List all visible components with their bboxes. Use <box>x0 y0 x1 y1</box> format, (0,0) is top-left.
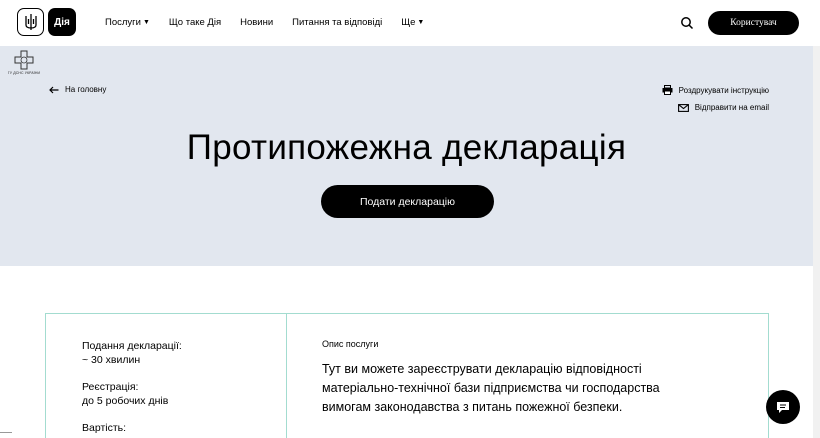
search-icon[interactable] <box>680 16 694 30</box>
scrollbar[interactable] <box>813 46 820 438</box>
caret-down-icon: ▼ <box>417 19 425 26</box>
nav-item-faq[interactable]: Питання та відповіді <box>292 17 382 28</box>
registration-value: до 5 робочих днів <box>82 395 169 407</box>
dsns-cross-icon <box>14 50 34 70</box>
nav-item-label: Новини <box>240 17 274 28</box>
caret-down-icon: ▼ <box>142 19 150 26</box>
main-nav: Послуги ▼ Що таке Дія Новини Питання та … <box>105 17 443 28</box>
service-info-card: Подання декларації: ~ 30 хвилин Реєстрац… <box>45 313 769 438</box>
chat-bubble-icon <box>777 401 789 413</box>
printer-icon <box>662 85 673 95</box>
registration-label: Реєстрація: <box>82 381 139 393</box>
trident-logo-icon[interactable] <box>17 8 44 36</box>
cost-label: Вартість: <box>82 422 127 434</box>
print-instruction-link[interactable]: Роздрукувати інструкцію <box>662 85 769 95</box>
back-home-link[interactable]: На головну <box>49 85 106 94</box>
page-title: Протипожежна декларація <box>186 128 627 167</box>
nav-item-more[interactable]: Ще ▼ <box>401 17 424 28</box>
page-corner-divider <box>0 432 12 438</box>
dsns-emblem: ГУ ДСНС УКРАЇНИ <box>7 50 41 75</box>
nav-item-label: Послуги <box>105 17 141 28</box>
trident-icon <box>24 14 37 30</box>
back-link-label: На головну <box>65 85 107 94</box>
submission-time-label: Подання декларації: <box>82 340 182 352</box>
description-label: Опис послуги <box>322 339 379 349</box>
nav-item-about[interactable]: Що таке Дія <box>169 17 221 28</box>
email-link-label: Відправити на email <box>694 103 769 112</box>
nav-item-label: Ще <box>401 17 416 28</box>
service-facts: Подання декларації: ~ 30 хвилин Реєстрац… <box>46 314 287 438</box>
nav-item-news[interactable]: Новини <box>240 17 273 28</box>
nav-item-label: Що таке Дія <box>168 17 222 28</box>
site-header: Дія Послуги ▼ Що таке Дія Новини Питання… <box>0 0 820 46</box>
chat-button[interactable] <box>766 390 800 424</box>
submission-time-value: ~ 30 хвилин <box>82 354 141 366</box>
description-text: Тут ви можете зареєструвати декларацію в… <box>322 362 660 414</box>
service-description: Опис послуги Тут ви можете зареєструвати… <box>287 314 768 438</box>
send-email-link[interactable]: Відправити на email <box>677 103 769 112</box>
print-link-label: Роздрукувати інструкцію <box>678 85 769 95</box>
envelope-icon <box>677 103 689 112</box>
user-button[interactable]: Користувач <box>708 11 799 35</box>
nav-item-services[interactable]: Послуги ▼ <box>105 17 150 28</box>
hero-section: ГУ ДСНС УКРАЇНИ На головну Роздрукувати … <box>0 46 813 266</box>
arrow-left-icon <box>49 86 59 93</box>
nav-item-label: Питання та відповіді <box>292 17 383 28</box>
submit-declaration-button[interactable]: Подати декларацію <box>321 185 494 218</box>
emblem-caption: ГУ ДСНС УКРАЇНИ <box>7 71 41 75</box>
diia-logo[interactable]: Дія <box>48 8 76 36</box>
